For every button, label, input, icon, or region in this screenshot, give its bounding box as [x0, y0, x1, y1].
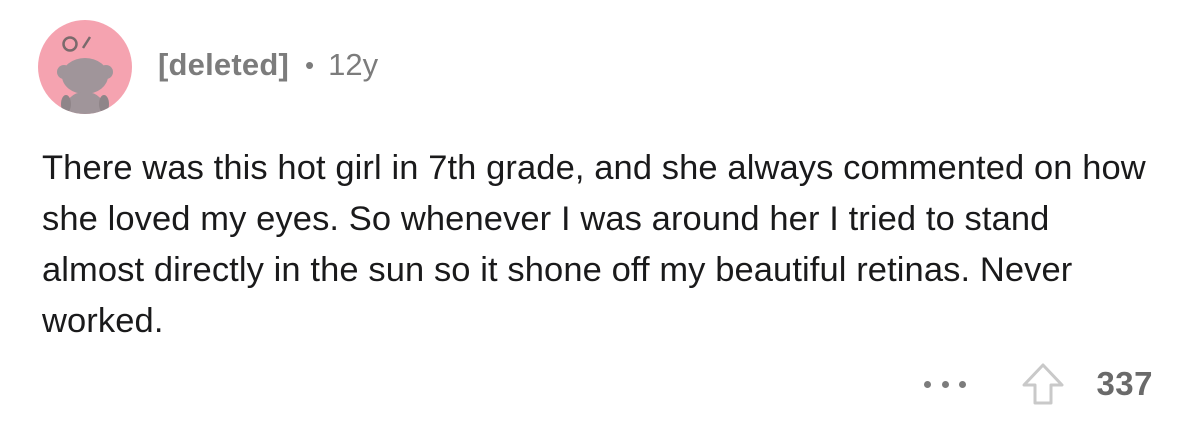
dot: [959, 380, 967, 388]
upvote-button[interactable]: [1020, 361, 1066, 407]
comment-body: There was this hot girl in 7th grade, an…: [42, 149, 1146, 340]
author-name[interactable]: [deleted]: [158, 47, 289, 83]
more-options-icon[interactable]: [924, 374, 967, 394]
comment-card: [deleted] • 12y There was this hot girl …: [0, 0, 1179, 423]
comment-meta: [deleted] • 12y: [158, 47, 378, 83]
upvote-arrow-icon: [1022, 363, 1064, 405]
dot: [924, 380, 932, 388]
meta-separator: •: [304, 49, 315, 80]
comment-actions: 337: [924, 356, 1153, 412]
avatar[interactable]: [38, 20, 132, 114]
snoo-avatar-icon: [38, 20, 132, 114]
dot: [941, 380, 949, 388]
comment-header: [deleted] • 12y: [38, 20, 378, 114]
comment-age: 12y: [328, 47, 379, 82]
vote-score: 337: [1096, 365, 1153, 402]
